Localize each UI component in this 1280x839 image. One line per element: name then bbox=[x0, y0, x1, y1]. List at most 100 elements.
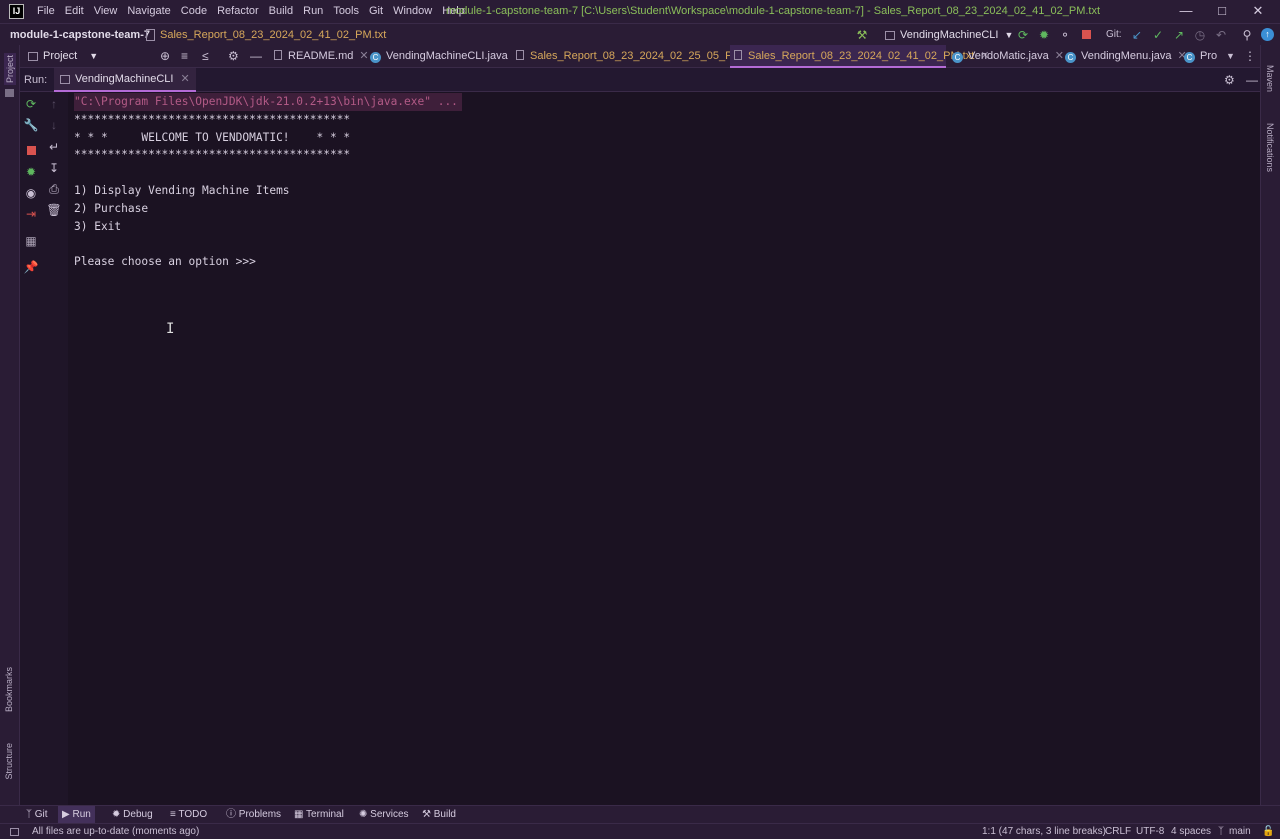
java-class-icon: C bbox=[1184, 52, 1195, 63]
menu-file[interactable]: File bbox=[32, 0, 60, 23]
menu-window[interactable]: Window bbox=[388, 0, 437, 23]
stop-icon[interactable] bbox=[1079, 24, 1093, 46]
settings-gear-icon[interactable]: ⚙ bbox=[228, 45, 239, 68]
editor-tabs-bar: Project ▼ ⊕ ≡ ≤ ⚙ — README.md ✕ C VendingM… bbox=[20, 45, 1260, 68]
menu-run[interactable]: Run bbox=[298, 0, 328, 23]
close-icon[interactable]: ✕ bbox=[180, 67, 189, 91]
rerun-icon[interactable]: ⟳ bbox=[1016, 24, 1030, 46]
breadcrumb-file[interactable]: Sales_Report_08_23_2024_02_41_02_PM.txt bbox=[160, 24, 386, 46]
bookmarks-tool-button[interactable]: Bookmarks bbox=[4, 667, 14, 712]
terminal-icon: ▦ bbox=[294, 809, 307, 820]
minimize-button[interactable]: — bbox=[1168, 0, 1204, 23]
menu-git[interactable]: Git bbox=[364, 0, 388, 23]
close-window-button[interactable]: ✕ bbox=[1240, 0, 1276, 23]
run-tab-vendingmachinecli[interactable]: VendingMachineCLI ✕ bbox=[54, 68, 196, 92]
coverage-icon[interactable]: ⚬ bbox=[1058, 24, 1072, 46]
git-branch-icon: ᛉ bbox=[26, 809, 35, 820]
tool-tab-debug[interactable]: ✹ Debug bbox=[108, 806, 157, 824]
git-branch-icon: ᛉ bbox=[1218, 826, 1224, 837]
tab-vendomatic[interactable]: C VendoMatic.java ✕ bbox=[948, 45, 1064, 68]
locate-file-icon[interactable]: ⊕ bbox=[160, 45, 170, 68]
git-branch[interactable]: main bbox=[1229, 824, 1251, 839]
pin-icon[interactable]: 📌 bbox=[23, 259, 39, 275]
arrow-up-icon[interactable]: ↑ bbox=[46, 96, 62, 112]
run-config-label: VendingMachineCLI bbox=[900, 29, 999, 41]
rerun-icon[interactable]: ⟳ bbox=[23, 96, 39, 112]
indent-setting[interactable]: 4 spaces bbox=[1171, 824, 1211, 839]
hide-panel-icon[interactable]: — bbox=[1246, 68, 1258, 92]
trash-icon[interactable]: 🗑 bbox=[46, 202, 62, 218]
update-icon[interactable]: ↑ bbox=[1261, 28, 1274, 41]
menu-view[interactable]: View bbox=[89, 0, 123, 23]
soft-wrap-icon[interactable]: ↵ bbox=[46, 139, 62, 155]
search-icon[interactable]: ⚲ bbox=[1240, 24, 1254, 46]
menu-navigate[interactable]: Navigate bbox=[122, 0, 175, 23]
text-cursor-icon: I bbox=[166, 321, 175, 337]
maximize-button[interactable]: □ bbox=[1204, 0, 1240, 23]
line-separator[interactable]: CRLF bbox=[1105, 824, 1131, 839]
tool-tab-git[interactable]: ᛉ Git bbox=[22, 806, 52, 824]
project-tool-button[interactable]: Project bbox=[4, 53, 16, 86]
text-file-icon bbox=[516, 50, 524, 60]
print-icon[interactable]: ⎙ bbox=[46, 181, 62, 197]
menu-code[interactable]: Code bbox=[176, 0, 212, 23]
tabs-overflow-chevron-icon[interactable]: ▼ bbox=[1226, 45, 1235, 68]
project-view-dropdown[interactable]: Project ▼ bbox=[28, 45, 98, 68]
tool-tab-run[interactable]: ▶ Run bbox=[58, 806, 95, 824]
console-line: * * * WELCOME TO VENDOMATIC! * * * bbox=[74, 130, 351, 144]
notifications-tool-button[interactable]: Notifications bbox=[1265, 123, 1275, 172]
tab-vendingmenu[interactable]: C VendingMenu.java ✕ bbox=[1061, 45, 1187, 68]
structure-tool-button[interactable]: Structure bbox=[4, 743, 14, 780]
scroll-to-end-icon[interactable]: ↧ bbox=[46, 160, 62, 176]
run-toolbar-secondary: ↑ ↓ ↵ ↧ ⎙ 🗑 bbox=[42, 92, 68, 805]
menu-refactor[interactable]: Refactor bbox=[212, 0, 264, 23]
markdown-file-icon bbox=[274, 50, 282, 60]
tab-sales-report-024102[interactable]: Sales_Report_08_23_2024_02_41_02_PM.txt ✕ bbox=[730, 45, 990, 68]
camera-icon[interactable]: ◉ bbox=[23, 185, 39, 201]
run-console[interactable]: "C:\Program Files\OpenJDK\jdk-21.0.2+13\… bbox=[68, 92, 1260, 805]
caret-position[interactable]: 1:1 (47 chars, 3 line breaks) bbox=[982, 824, 1106, 839]
debug-bug-icon[interactable]: ✹ bbox=[23, 164, 39, 180]
history-icon[interactable]: ◷ bbox=[1193, 24, 1207, 46]
menu-edit[interactable]: Edit bbox=[60, 0, 89, 23]
tool-tab-terminal[interactable]: ▦ Terminal bbox=[290, 806, 348, 824]
tool-tab-problems[interactable]: ⓘ Problems bbox=[222, 806, 285, 824]
wrench-icon[interactable]: 🔧 bbox=[23, 117, 39, 133]
collapse-all-icon[interactable]: ≤ bbox=[202, 45, 209, 68]
debug-bug-icon[interactable]: ✹ bbox=[1037, 24, 1051, 46]
more-options-icon[interactable]: ⋮ bbox=[1244, 45, 1256, 68]
expand-all-icon[interactable]: ≡ bbox=[181, 45, 188, 68]
tool-tab-build[interactable]: ⚒ Build bbox=[418, 806, 460, 824]
lock-icon[interactable]: 🔓 bbox=[1262, 824, 1274, 839]
breadcrumb-project[interactable]: module-1-capstone-team-7 bbox=[10, 24, 150, 46]
tab-pro[interactable]: C Pro bbox=[1180, 45, 1224, 68]
maven-tool-button[interactable]: Maven bbox=[1265, 65, 1275, 92]
git-push-icon[interactable]: ↗ bbox=[1172, 24, 1186, 46]
menu-tools[interactable]: Tools bbox=[328, 0, 364, 23]
debug-bug-icon: ✹ bbox=[112, 809, 124, 820]
git-commit-icon[interactable]: ✓ bbox=[1151, 24, 1165, 46]
git-update-icon[interactable]: ↙ bbox=[1130, 24, 1144, 46]
layout-icon[interactable]: ▦ bbox=[23, 233, 39, 249]
exit-icon[interactable]: ⇥ bbox=[23, 206, 39, 222]
console-line: ****************************************… bbox=[74, 148, 351, 162]
tab-vendingmachinecli[interactable]: C VendingMachineCLI.java bbox=[366, 45, 512, 68]
build-hammer-icon[interactable]: ⚒ bbox=[854, 24, 870, 46]
info-icon: ⓘ bbox=[226, 809, 239, 820]
arrow-down-icon[interactable]: ↓ bbox=[46, 117, 62, 133]
services-icon: ✺ bbox=[359, 809, 371, 820]
menu-build[interactable]: Build bbox=[264, 0, 298, 23]
rollback-icon[interactable]: ↶ bbox=[1214, 24, 1228, 46]
file-encoding[interactable]: UTF-8 bbox=[1136, 824, 1164, 839]
hide-panel-icon[interactable]: — bbox=[250, 45, 262, 68]
toggle-tool-windows-icon[interactable] bbox=[10, 828, 19, 836]
build-hammer-icon: ⚒ bbox=[422, 809, 434, 820]
run-config-selector[interactable]: VendingMachineCLI ▼ bbox=[885, 24, 1013, 46]
tab-readme[interactable]: README.md ✕ bbox=[270, 45, 369, 68]
tool-tab-services[interactable]: ✺ Services bbox=[355, 806, 413, 824]
tool-tab-todo[interactable]: ≡ TODO bbox=[166, 806, 211, 824]
stop-icon[interactable] bbox=[23, 143, 39, 159]
run-config-icon bbox=[60, 74, 70, 84]
settings-gear-icon[interactable]: ⚙ bbox=[1224, 68, 1235, 92]
